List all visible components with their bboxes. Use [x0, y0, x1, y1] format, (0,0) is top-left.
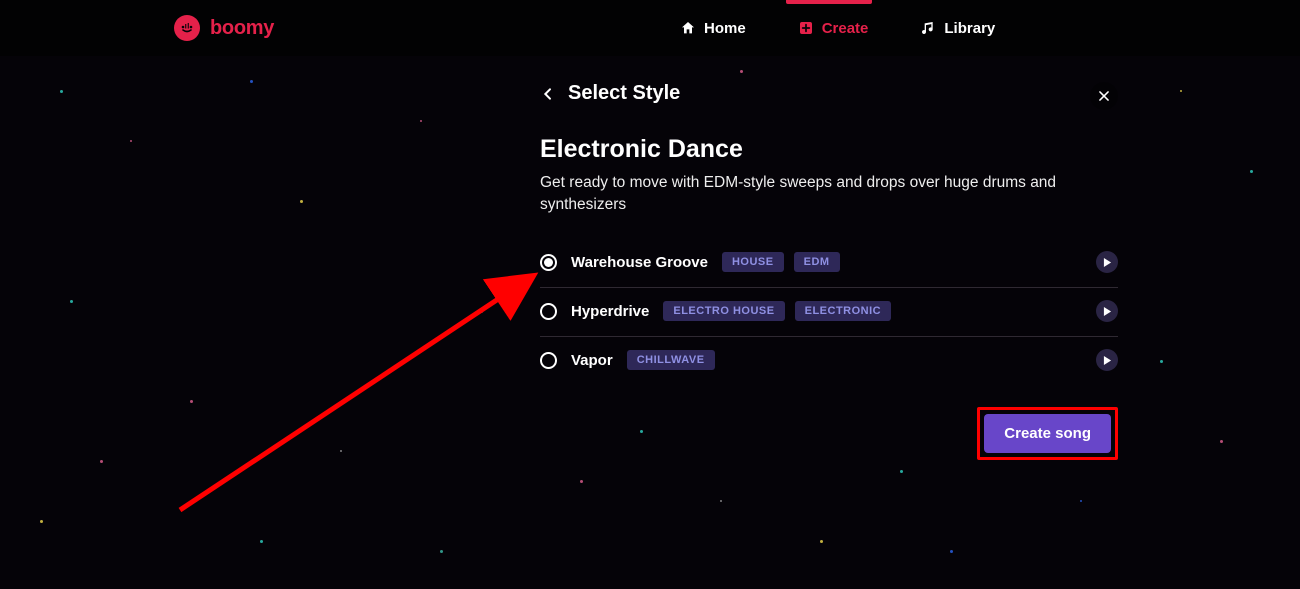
style-option-name: Warehouse Groove [571, 254, 708, 271]
radio-unselected-icon[interactable] [540, 352, 557, 369]
play-preview-button[interactable] [1096, 349, 1118, 371]
play-preview-button[interactable] [1096, 251, 1118, 273]
nav-home-label: Home [704, 20, 746, 37]
annotation-arrow-icon [160, 260, 550, 520]
annotation-highlight: Create song [977, 407, 1118, 460]
brand[interactable]: boomy [174, 15, 274, 41]
nav-library-label: Library [944, 20, 995, 37]
close-button[interactable] [1090, 82, 1118, 110]
radio-selected-icon[interactable] [540, 254, 557, 271]
panel-header: Select Style [540, 82, 1118, 105]
home-icon [680, 20, 696, 36]
play-icon [1103, 258, 1112, 267]
back-button[interactable] [540, 86, 556, 102]
genre-tag: HOUSE [722, 252, 784, 272]
nav-library[interactable]: Library [920, 20, 995, 37]
style-option[interactable]: Hyperdrive ELECTRO HOUSE ELECTRONIC [540, 288, 1118, 337]
nav-links: Home Create Library [680, 0, 995, 56]
create-song-button[interactable]: Create song [984, 414, 1111, 453]
brand-logo-icon [174, 15, 200, 41]
plus-square-icon [798, 20, 814, 36]
brand-name: boomy [210, 17, 274, 40]
panel-title: Select Style [568, 82, 680, 105]
genre-tag: EDM [794, 252, 840, 272]
top-navbar: boomy Home Create Library [0, 0, 1300, 56]
nav-create-label: Create [822, 20, 869, 37]
radio-unselected-icon[interactable] [540, 303, 557, 320]
style-option[interactable]: Vapor CHILLWAVE [540, 337, 1118, 385]
genre-tag: ELECTRONIC [795, 301, 892, 321]
select-style-panel: Select Style Electronic Dance Get ready … [540, 82, 1118, 460]
style-options-list: Warehouse Groove HOUSE EDM Hyperdrive EL… [540, 239, 1118, 385]
genre-tag: CHILLWAVE [627, 350, 715, 370]
tag-group: HOUSE EDM [722, 252, 840, 272]
play-preview-button[interactable] [1096, 300, 1118, 322]
genre-tag: ELECTRO HOUSE [663, 301, 784, 321]
close-icon [1097, 89, 1111, 103]
style-option-name: Vapor [571, 352, 613, 369]
play-icon [1103, 307, 1112, 316]
music-note-icon [920, 20, 936, 36]
style-option-name: Hyperdrive [571, 303, 649, 320]
style-title: Electronic Dance [540, 135, 1118, 164]
tag-group: ELECTRO HOUSE ELECTRONIC [663, 301, 891, 321]
play-icon [1103, 356, 1112, 365]
style-option[interactable]: Warehouse Groove HOUSE EDM [540, 239, 1118, 288]
nav-create[interactable]: Create [798, 20, 869, 37]
style-description: Get ready to move with EDM-style sweeps … [540, 172, 1080, 215]
chevron-left-icon [540, 86, 556, 102]
panel-actions: Create song [540, 407, 1118, 460]
nav-home[interactable]: Home [680, 20, 746, 37]
tag-group: CHILLWAVE [627, 350, 715, 370]
